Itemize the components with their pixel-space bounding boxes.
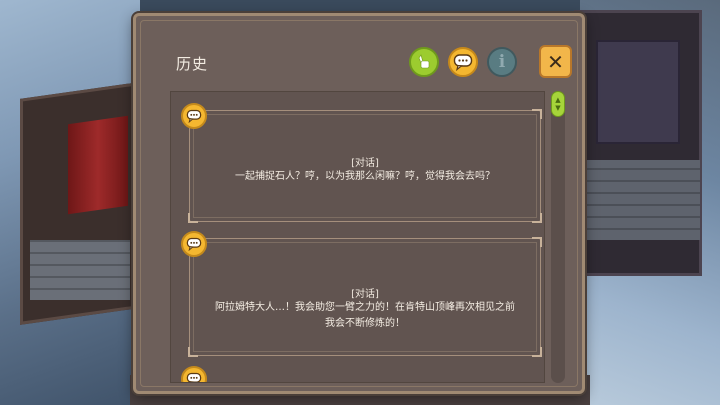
stone-wall-right bbox=[580, 160, 700, 240]
history-list[interactable]: [对话] 一起捕捉石人？哼，以为我那么闲嘛？哼，觉得我会去吗？ [对话] 阿拉姆… bbox=[170, 91, 545, 383]
entry-type-label: [对话] bbox=[351, 289, 379, 300]
speech-bubble-icon bbox=[453, 54, 473, 71]
chevron-up-icon: ▲ bbox=[555, 96, 561, 104]
info-button[interactable]: i bbox=[487, 47, 517, 77]
panel-title: 历史 bbox=[176, 55, 209, 73]
scrollbar-thumb[interactable]: ▲ ▼ bbox=[551, 91, 565, 117]
dialogue-bubble-badge bbox=[181, 231, 207, 257]
entry-text: 一起捕捉石人？哼，以为我那么闲嘛？哼，觉得我会去吗？ bbox=[235, 171, 495, 182]
entry-type-label: [对话] bbox=[351, 158, 379, 169]
dialogue-filter-button[interactable] bbox=[448, 47, 478, 77]
hand-icon bbox=[418, 54, 430, 69]
close-button[interactable]: ✕ bbox=[539, 45, 572, 78]
history-scrollbar[interactable]: ▲ ▼ bbox=[551, 91, 565, 383]
bookshelf bbox=[596, 40, 680, 144]
speech-bubble-icon bbox=[186, 109, 202, 123]
history-entry: [对话] 阿拉姆特大人…！我会助您一臂之力的！在肯特山顶峰再次相见之前我会不断修… bbox=[188, 237, 542, 357]
hand-filter-button[interactable] bbox=[409, 47, 439, 77]
info-icon: i bbox=[498, 52, 506, 72]
history-panel: 历史 i ✕ [对话] 一起捕捉石人？哼，以为我那么闲嘛？哼，觉得我会去吗？ [… bbox=[133, 13, 585, 394]
history-entry: [对话] 一起捕捉石人？哼，以为我那么闲嘛？哼，觉得我会去吗？ bbox=[188, 109, 542, 223]
red-curtain bbox=[68, 115, 128, 215]
close-icon: ✕ bbox=[547, 49, 564, 74]
stone-wall-left bbox=[30, 240, 130, 300]
entry-text: 阿拉姆特大人…！我会助您一臂之力的！在肯特山顶峰再次相见之前我会不断修炼的！ bbox=[215, 302, 515, 329]
chevron-down-icon: ▼ bbox=[555, 104, 561, 112]
dialogue-bubble-badge bbox=[181, 366, 207, 382]
speech-bubble-icon bbox=[186, 372, 202, 382]
speech-bubble-icon bbox=[186, 237, 202, 251]
dialogue-bubble-badge bbox=[181, 103, 207, 129]
